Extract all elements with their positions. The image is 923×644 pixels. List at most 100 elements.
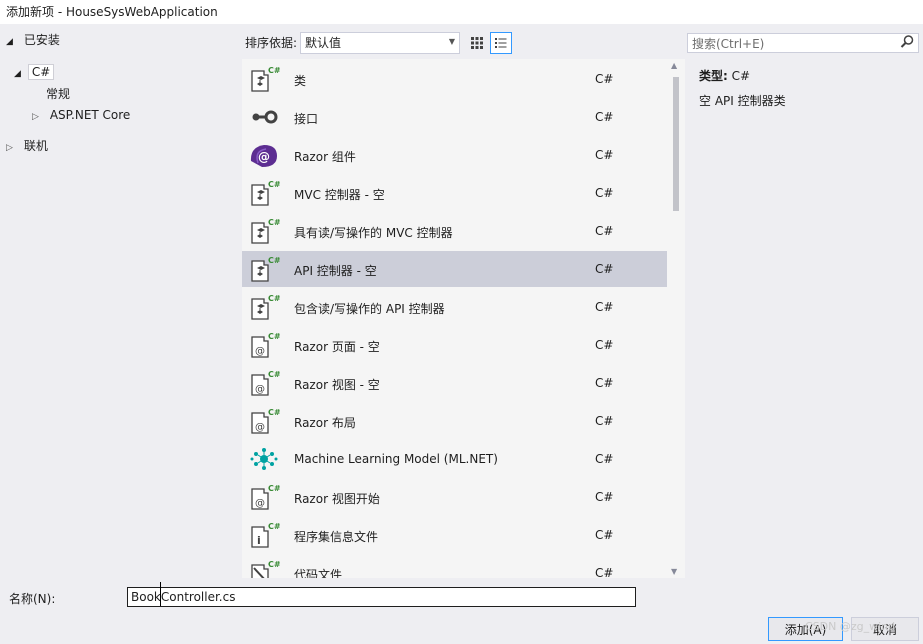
details-pane: 类型: C# 空 API 控制器类 <box>687 59 923 578</box>
template-language: C# <box>595 566 614 578</box>
svg-text:C#: C# <box>268 484 280 493</box>
template-language: C# <box>595 300 614 314</box>
controller-icon: C# <box>248 217 281 245</box>
template-name: 具有读/写操作的 MVC 控制器 <box>294 226 453 240</box>
svg-text:C#: C# <box>268 256 280 265</box>
name-input[interactable]: BookController.cs <box>127 587 636 607</box>
template-row[interactable]: @ C# Razor 布局 C# <box>242 403 667 439</box>
tree-node-aspnet[interactable]: ▷ ASP.NET Core <box>32 105 130 125</box>
svg-text:C#: C# <box>268 66 280 75</box>
search-icon[interactable] <box>900 34 914 50</box>
template-language: C# <box>595 414 614 428</box>
template-name: 包含读/写操作的 API 控制器 <box>294 302 445 316</box>
grid-view-icon <box>471 37 483 49</box>
controller-icon: C# <box>248 179 281 207</box>
collapsed-arrow-icon[interactable]: ▷ <box>32 107 42 127</box>
template-list-scrollbar[interactable]: ▲ ▼ <box>667 59 685 578</box>
razor-page-icon: @ C# <box>248 407 281 435</box>
interface-icon <box>248 103 280 131</box>
text-cursor <box>160 582 161 606</box>
template-language: C# <box>595 110 614 124</box>
chevron-down-icon: ▼ <box>448 37 455 46</box>
template-name: 接口 <box>294 112 319 126</box>
template-row[interactable]: @ C# Razor 页面 - 空 C# <box>242 327 667 363</box>
template-row[interactable]: @ C# Razor 视图开始 C# <box>242 479 667 515</box>
svg-text:@: @ <box>255 422 265 433</box>
svg-text:C#: C# <box>268 370 280 379</box>
svg-text:C#: C# <box>268 294 280 303</box>
razor-page-icon: @ C# <box>248 331 281 359</box>
tree-label-csharp: C# <box>27 64 55 80</box>
watermark: CSDN @zg_wind <box>805 620 896 633</box>
tree-node-installed[interactable]: ◢ 已安装 <box>6 30 60 50</box>
template-name: 类 <box>294 74 307 88</box>
template-name: 代码文件 <box>294 568 343 578</box>
svg-text:C#: C# <box>268 522 280 531</box>
template-row[interactable]: 接口 C# <box>242 99 667 135</box>
template-row[interactable]: C# MVC 控制器 - 空 C# <box>242 175 667 211</box>
search-placeholder: 搜索(Ctrl+E) <box>692 37 765 51</box>
template-row[interactable]: C# 具有读/写操作的 MVC 控制器 C# <box>242 213 667 249</box>
svg-text:@: @ <box>255 346 265 357</box>
tree-node-csharp[interactable]: ◢ C# <box>14 62 55 84</box>
template-name: API 控制器 - 空 <box>294 264 377 278</box>
template-list[interactable]: C# 类 C# 接口 C# @ Razor 组件 C# C# MVC 控制器 - 空 C# C# 具有读… <box>242 59 685 578</box>
ml-model-icon <box>248 445 280 473</box>
controller-icon: C# <box>248 255 281 283</box>
scroll-up-arrow-icon[interactable]: ▲ <box>671 61 677 70</box>
template-row[interactable]: C# API 控制器 - 空 C# <box>242 251 667 287</box>
template-row[interactable]: i C# 程序集信息文件 C# <box>242 517 667 553</box>
razor-page-icon: @ C# <box>248 369 281 397</box>
template-row[interactable]: C# 包含读/写操作的 API 控制器 C# <box>242 289 667 325</box>
template-name: Razor 视图开始 <box>294 492 380 506</box>
template-name: Machine Learning Model (ML.NET) <box>294 452 498 466</box>
template-name: Razor 组件 <box>294 150 356 164</box>
window-title: 添加新项 - HouseSysWebApplication <box>0 0 923 24</box>
assembly-info-icon: i C# <box>248 521 281 549</box>
tree-node-online[interactable]: ▷ 联机 <box>6 136 48 156</box>
sort-by-dropdown[interactable]: 默认值 ▼ <box>300 32 460 54</box>
template-language: C# <box>595 186 614 200</box>
template-row[interactable]: @ Razor 组件 C# <box>242 137 667 173</box>
search-input[interactable]: 搜索(Ctrl+E) <box>687 33 919 53</box>
template-language: C# <box>595 224 614 238</box>
svg-text:@: @ <box>258 150 270 164</box>
template-language: C# <box>595 262 614 276</box>
template-row[interactable]: @ C# Razor 视图 - 空 C# <box>242 365 667 401</box>
sort-by-label: 排序依据: <box>245 36 298 50</box>
template-description: 空 API 控制器类 <box>699 94 786 108</box>
template-language: C# <box>595 338 614 352</box>
template-category-tree: ◢ 已安装 ◢ C# 常规 ▷ ASP.NET Core ▷ 联机 <box>0 28 240 578</box>
type-label: 类型: <box>699 69 728 83</box>
template-name: Razor 布局 <box>294 416 356 430</box>
svg-text:C#: C# <box>268 180 280 189</box>
controller-icon: C# <box>248 293 281 321</box>
template-row[interactable]: C# 类 C# <box>242 61 667 97</box>
dialog-footer: 名称(N): BookController.cs 添加(A) 取消 <box>0 580 923 644</box>
small-icons-view-button[interactable] <box>466 32 488 54</box>
tree-node-general[interactable]: 常规 <box>46 84 70 104</box>
razor-component-icon: @ <box>248 141 280 169</box>
template-row[interactable]: C# 代码文件 C# <box>242 555 667 578</box>
list-view-button[interactable] <box>490 32 512 54</box>
svg-text:C#: C# <box>268 218 280 227</box>
type-value: C# <box>731 69 751 83</box>
template-language: C# <box>595 72 614 86</box>
template-language: C# <box>595 490 614 504</box>
collapsed-arrow-icon[interactable]: ▷ <box>6 138 16 158</box>
template-language: C# <box>595 376 614 390</box>
svg-text:C#: C# <box>268 408 280 417</box>
csharp-class-icon: C# <box>248 65 281 93</box>
tree-label-general: 常规 <box>46 87 71 101</box>
template-row[interactable]: Machine Learning Model (ML.NET) C# <box>242 441 667 477</box>
tree-label-installed: 已安装 <box>23 33 60 47</box>
expanded-arrow-icon[interactable]: ◢ <box>6 32 16 52</box>
template-type: 类型: C# <box>699 67 750 84</box>
template-language: C# <box>595 148 614 162</box>
template-name: Razor 视图 - 空 <box>294 378 380 392</box>
svg-text:@: @ <box>255 384 265 395</box>
scroll-thumb[interactable] <box>673 77 679 211</box>
expanded-arrow-icon[interactable]: ◢ <box>14 64 24 84</box>
scroll-down-arrow-icon[interactable]: ▼ <box>671 567 677 576</box>
code-file-icon: C# <box>248 559 281 578</box>
